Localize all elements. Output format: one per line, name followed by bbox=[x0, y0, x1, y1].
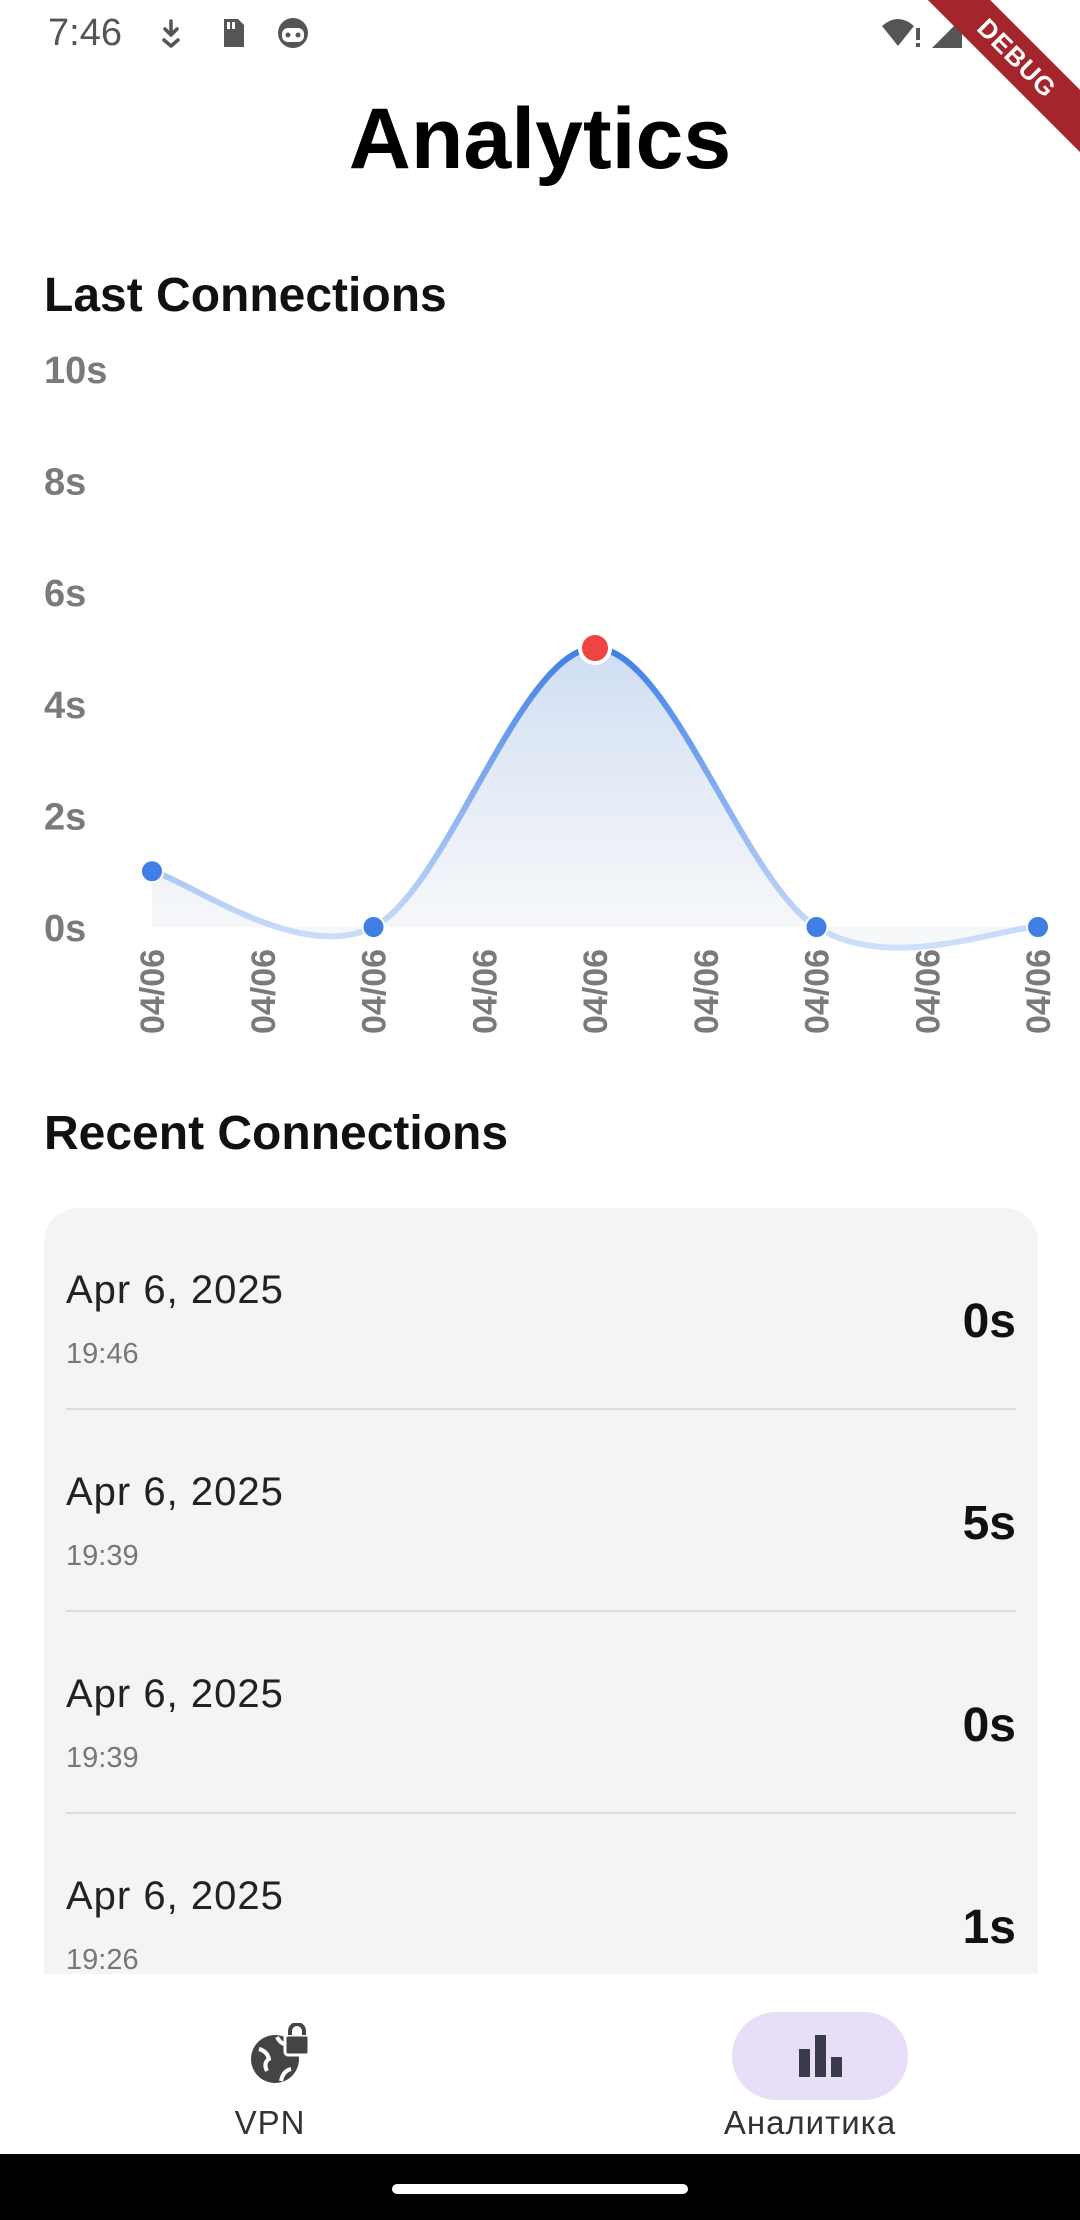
connection-duration: 5s bbox=[962, 1497, 1016, 1550]
home-gesture-handle[interactable] bbox=[392, 2184, 688, 2194]
y-tick-label: 6s bbox=[44, 573, 86, 615]
chart-point[interactable] bbox=[1026, 915, 1050, 939]
sd-card-icon bbox=[215, 16, 249, 50]
gesture-bar bbox=[0, 2154, 1080, 2220]
chart-point[interactable] bbox=[140, 859, 164, 884]
nav-label-vpn: VPN bbox=[234, 2104, 306, 2141]
chart-area bbox=[152, 648, 1038, 948]
x-tick-label: 04/06 bbox=[909, 949, 947, 1034]
analytics-screen: 7:46 DEBUG Analytics Last Connections 0s… bbox=[0, 0, 1080, 2220]
connection-duration: 1s bbox=[962, 1901, 1016, 1954]
recent-connections-title: Recent Connections bbox=[44, 1107, 509, 1160]
wifi-alert-icon bbox=[880, 16, 924, 50]
bar-chart-icon bbox=[787, 2023, 853, 2089]
x-tick-label: 04/06 bbox=[356, 949, 394, 1034]
status-bar: 7:46 DEBUG bbox=[0, 0, 1080, 162]
connection-date: Apr 6, 2025 bbox=[66, 1470, 284, 1514]
chart-point-highlighted[interactable] bbox=[578, 631, 612, 665]
connection-time: 19:39 bbox=[66, 1540, 139, 1572]
connection-time: 19:26 bbox=[66, 1944, 139, 1976]
connection-duration: 0s bbox=[962, 1699, 1016, 1752]
last-connections-title: Last Connections bbox=[44, 269, 447, 322]
download-arrow-icon bbox=[154, 16, 188, 50]
connection-date: Apr 6, 2025 bbox=[66, 1268, 284, 1312]
bottom-navigation: VPN Аналитика bbox=[0, 1974, 1080, 2154]
connection-row[interactable]: Apr 6, 2025 19:39 0s bbox=[66, 1612, 1016, 1814]
connection-date: Apr 6, 2025 bbox=[66, 1672, 284, 1716]
nav-item-vpn[interactable]: VPN bbox=[120, 1992, 420, 2142]
x-tick-label: 04/06 bbox=[688, 949, 726, 1034]
x-tick-label: 04/06 bbox=[1020, 949, 1058, 1034]
globe-lock-icon bbox=[247, 2022, 313, 2089]
connection-row[interactable]: Apr 6, 2025 19:39 5s bbox=[66, 1410, 1016, 1612]
connection-date: Apr 6, 2025 bbox=[66, 1874, 284, 1918]
last-connections-chart: 0s 2s 4s 6s 8s 10s 04/06 04/06 04/06 04/06 04/06 0… bbox=[44, 350, 1058, 1034]
y-tick-label: 2s bbox=[44, 796, 86, 838]
nav-label-analytics: Аналитика bbox=[723, 2104, 897, 2141]
connection-time: 19:39 bbox=[66, 1742, 139, 1774]
connection-time: 19:46 bbox=[66, 1338, 139, 1370]
y-tick-label: 8s bbox=[44, 462, 86, 504]
x-tick-label: 04/06 bbox=[799, 949, 837, 1034]
y-tick-label: 4s bbox=[44, 685, 86, 727]
connection-row[interactable]: Apr 6, 2025 19:46 0s bbox=[66, 1208, 1016, 1410]
x-tick-label: 04/06 bbox=[466, 949, 504, 1034]
y-tick-label: 10s bbox=[44, 350, 107, 392]
chart-point[interactable] bbox=[361, 915, 386, 939]
x-tick-label: 04/06 bbox=[577, 949, 615, 1034]
status-time: 7:46 bbox=[48, 12, 122, 54]
nav-item-analytics[interactable]: Аналитика bbox=[660, 1992, 960, 2142]
android-face-icon bbox=[276, 16, 310, 50]
y-tick-label: 0s bbox=[44, 908, 86, 950]
connection-duration: 0s bbox=[962, 1295, 1016, 1348]
page-title: Analytics bbox=[348, 91, 732, 187]
x-tick-label: 04/06 bbox=[245, 949, 283, 1034]
x-tick-label: 04/06 bbox=[134, 949, 172, 1034]
chart-point[interactable] bbox=[804, 915, 829, 939]
